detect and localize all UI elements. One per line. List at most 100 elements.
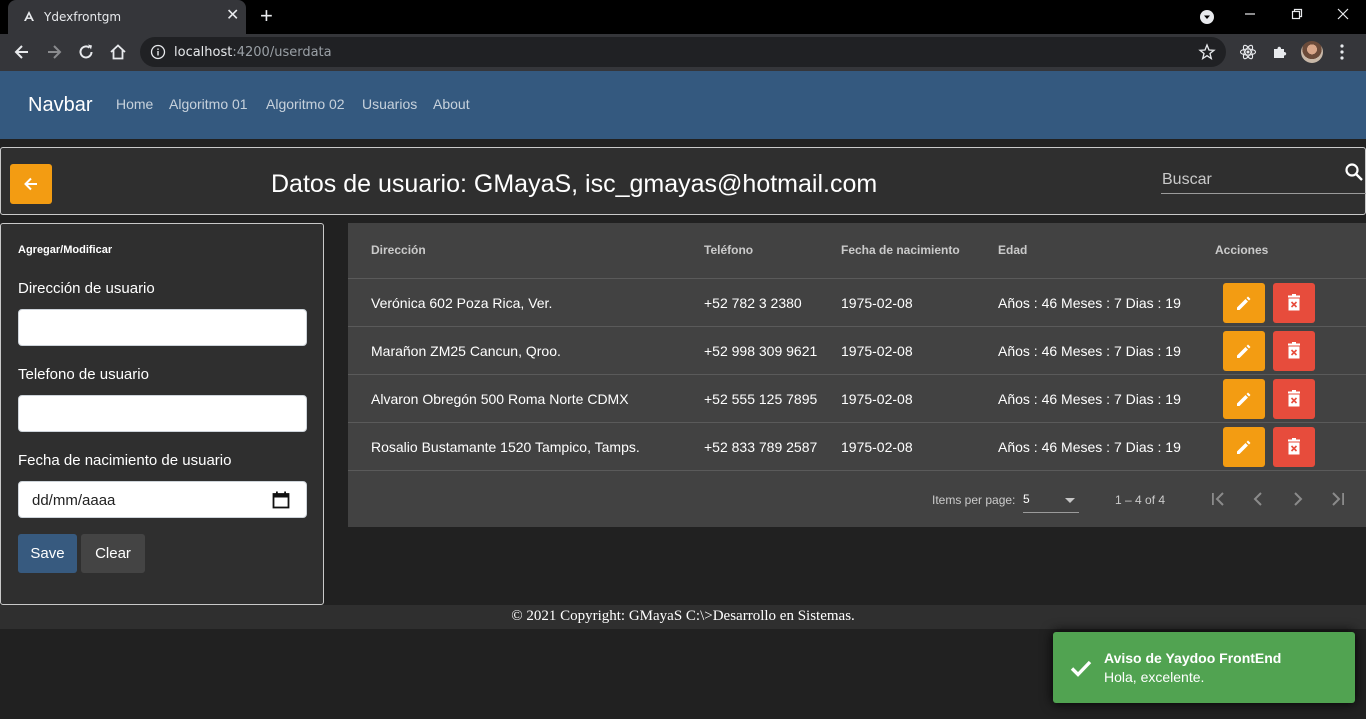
info-icon[interactable] [150, 44, 166, 60]
tab-close-icon[interactable]: ✕ [226, 8, 239, 24]
cell-phone: +52 998 309 9621 [704, 343, 818, 359]
birth-date-input[interactable]: dd/mm/aaaa [18, 481, 307, 518]
edit-button[interactable] [1223, 379, 1265, 419]
new-tab-icon[interactable]: + [260, 4, 273, 28]
page-title: Datos de usuario: GMayaS, isc_gmayas@hot… [271, 170, 878, 198]
column-header-fecha[interactable]: Fecha de nacimiento [841, 243, 960, 257]
delete-button[interactable] [1273, 283, 1315, 323]
search-input[interactable] [1161, 166, 1366, 194]
phone-label: Telefono de usuario [18, 366, 149, 383]
table-row: Alvaron Obregón 500 Roma Norte CDMX +52 … [348, 374, 1366, 422]
nav-link-home[interactable]: Home [116, 96, 153, 112]
nav-link-algoritmo-01[interactable]: Algoritmo 01 [169, 96, 248, 112]
pencil-icon [1237, 440, 1251, 454]
page-size-value: 5 [1023, 492, 1030, 506]
browser-toolbar: localhost:4200/userdata [0, 34, 1366, 71]
edit-button[interactable] [1223, 331, 1265, 371]
cell-phone: +52 833 789 2587 [704, 439, 818, 455]
browser-tab-bar: Ydexfrontgm ✕ + [0, 0, 1366, 34]
phone-input[interactable] [18, 395, 307, 432]
cell-birth: 1975-02-08 [841, 343, 913, 359]
page-size-select[interactable]: 5 [1023, 485, 1079, 513]
trash-icon [1288, 390, 1300, 407]
paginator: Items per page: 5 1 – 4 of 4 [348, 470, 1366, 527]
bookmark-star-icon[interactable] [1198, 43, 1216, 61]
cell-address: Alvaron Obregón 500 Roma Norte CDMX [371, 391, 629, 407]
navbar-brand[interactable]: Navbar [28, 94, 92, 117]
toast-message: Hola, excelente. [1104, 669, 1205, 685]
user-table: Dirección Teléfono Fecha de nacimiento E… [348, 223, 1366, 527]
page-header: Datos de usuario: GMayaS, isc_gmayas@hot… [0, 147, 1366, 215]
minimize-icon[interactable] [1244, 8, 1256, 20]
birth-label: Fecha de nacimiento de usuario [18, 452, 232, 469]
trash-icon [1288, 342, 1300, 359]
angular-icon [24, 11, 34, 21]
user-form-card: Agregar/Modificar Dirección de usuario T… [0, 223, 324, 605]
next-page-icon[interactable] [1286, 487, 1310, 511]
cell-age: Años : 46 Meses : 7 Dias : 19 [998, 391, 1181, 407]
column-header-edad[interactable]: Edad [998, 243, 1027, 257]
cell-birth: 1975-02-08 [841, 295, 913, 311]
delete-button[interactable] [1273, 427, 1315, 467]
first-page-icon[interactable] [1206, 487, 1230, 511]
toast-notification[interactable]: Aviso de Yaydoo FrontEnd Hola, excelente… [1053, 632, 1355, 703]
cell-phone: +52 555 125 7895 [704, 391, 818, 407]
back-button[interactable] [10, 164, 52, 204]
delete-button[interactable] [1273, 331, 1315, 371]
tab-title: Ydexfrontgm [44, 10, 122, 24]
close-window-icon[interactable] [1337, 8, 1349, 20]
address-label: Dirección de usuario [18, 280, 155, 297]
edit-button[interactable] [1223, 283, 1265, 323]
table-row: Verónica 602 Poza Rica, Ver. +52 782 3 2… [348, 278, 1366, 326]
column-header-telefono[interactable]: Teléfono [704, 243, 753, 257]
cell-birth: 1975-02-08 [841, 391, 913, 407]
cell-address: Verónica 602 Poza Rica, Ver. [371, 295, 553, 311]
address-bar[interactable]: localhost:4200/userdata [140, 37, 1226, 67]
clear-button[interactable]: Clear [81, 534, 145, 573]
extensions-puzzle-icon[interactable] [1271, 43, 1289, 61]
table-row: Rosalio Bustamante 1520 Tampico, Tamps. … [348, 422, 1366, 470]
chevron-down-icon [1065, 498, 1075, 503]
browser-tab[interactable]: Ydexfrontgm ✕ [8, 0, 246, 34]
toast-title: Aviso de Yaydoo FrontEnd [1104, 650, 1282, 666]
cell-address: Rosalio Bustamante 1520 Tampico, Tamps. [371, 439, 640, 455]
previous-page-icon[interactable] [1246, 487, 1270, 511]
reload-icon[interactable] [76, 42, 96, 62]
copyright-text: © 2021 Copyright: GMayaS C:\>Desarrollo … [511, 608, 855, 624]
form-heading: Agregar/Modificar [18, 244, 113, 256]
save-button[interactable]: Save [18, 534, 77, 573]
last-page-icon[interactable] [1326, 487, 1350, 511]
table-row: Marañon ZM25 Cancun, Qroo. +52 998 309 9… [348, 326, 1366, 374]
checkmark-icon [1070, 660, 1092, 677]
back-icon[interactable] [12, 42, 32, 62]
search-icon[interactable] [1344, 162, 1364, 182]
more-menu-icon[interactable] [1340, 43, 1344, 61]
cell-birth: 1975-02-08 [841, 439, 913, 455]
forward-icon[interactable] [44, 42, 64, 62]
delete-button[interactable] [1273, 379, 1315, 419]
page-range-label: 1 – 4 of 4 [1115, 493, 1166, 507]
nav-link-about[interactable]: About [433, 96, 470, 112]
page-footer: © 2021 Copyright: GMayaS C:\>Desarrollo … [0, 605, 1366, 629]
restore-icon[interactable] [1291, 8, 1303, 20]
cell-address: Marañon ZM25 Cancun, Qroo. [371, 343, 561, 359]
nav-link-usuarios[interactable]: Usuarios [362, 96, 417, 112]
date-placeholder: dd/mm/aaaa [32, 492, 116, 509]
profile-avatar[interactable] [1301, 41, 1323, 63]
nav-link-algoritmo-02[interactable]: Algoritmo 02 [266, 96, 345, 112]
home-icon[interactable] [108, 42, 128, 62]
arrow-left-icon [24, 177, 37, 191]
pencil-icon [1237, 392, 1251, 406]
address-input[interactable] [18, 309, 307, 346]
app-navbar: Navbar Home Algoritmo 01 Algoritmo 02 Us… [0, 71, 1366, 139]
pencil-icon [1237, 344, 1251, 358]
cell-age: Años : 46 Meses : 7 Dias : 19 [998, 439, 1181, 455]
url-text: localhost:4200/userdata [174, 45, 332, 60]
column-header-direccion[interactable]: Dirección [371, 243, 426, 257]
cell-phone: +52 782 3 2380 [704, 295, 802, 311]
cell-age: Años : 46 Meses : 7 Dias : 19 [998, 343, 1181, 359]
react-devtools-icon[interactable] [1239, 43, 1257, 61]
profile-dropdown-icon[interactable] [1200, 10, 1214, 24]
edit-button[interactable] [1223, 427, 1265, 467]
calendar-icon[interactable] [272, 491, 290, 509]
